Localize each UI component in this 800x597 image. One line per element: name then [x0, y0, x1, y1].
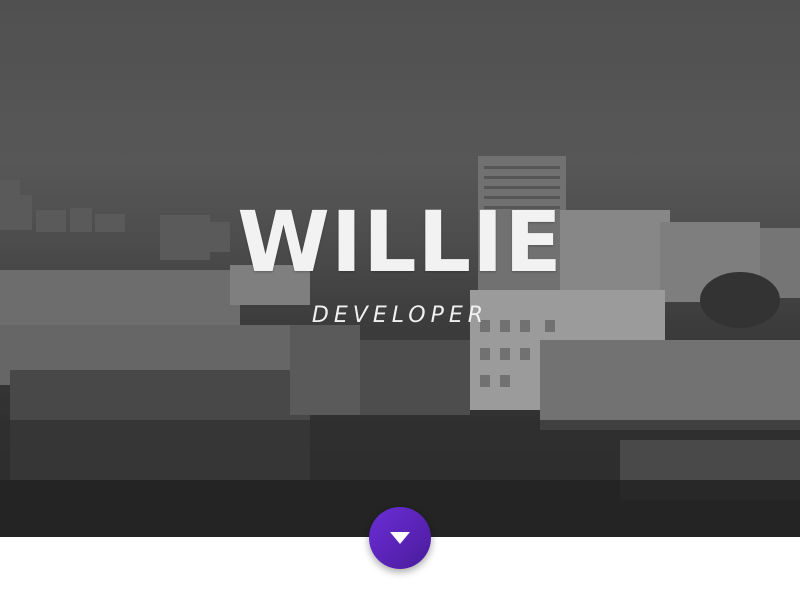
hero-name: WILLIE [237, 193, 563, 291]
chevron-down-icon [390, 532, 410, 544]
hero-role: DEVELOPER [311, 303, 489, 328]
scroll-down-button[interactable] [369, 507, 431, 569]
hero-section: WILLIE DEVELOPER [0, 0, 800, 537]
